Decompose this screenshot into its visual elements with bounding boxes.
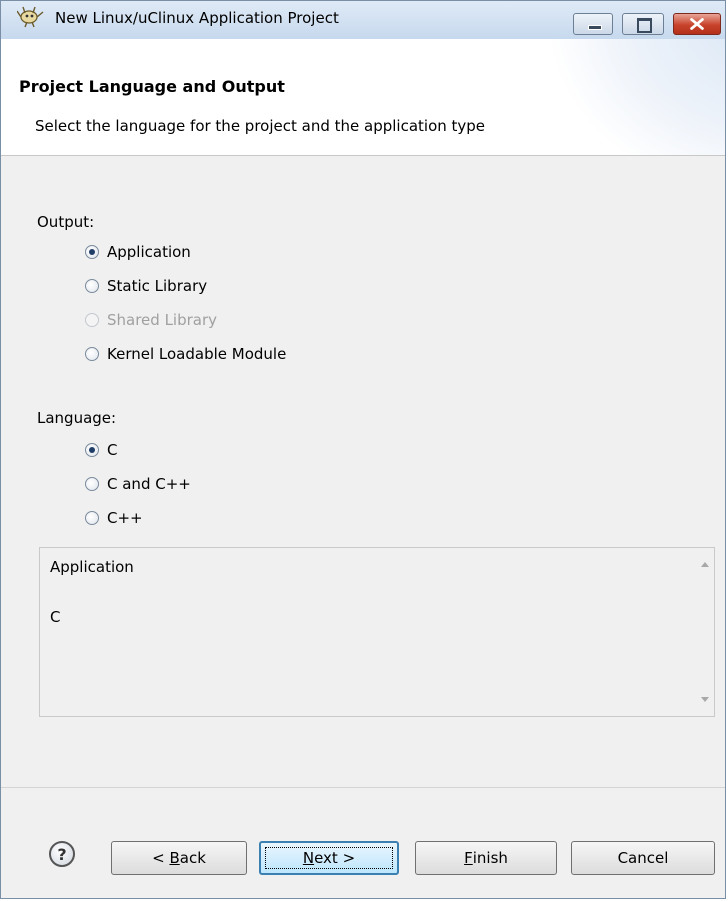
back-mnemonic: B xyxy=(169,849,180,867)
wizard-banner: Project Language and Output Select the l… xyxy=(1,39,725,156)
radio-language-cpp[interactable]: C++ xyxy=(85,507,143,529)
wizard-window: New Linux/uClinux Application Project Pr… xyxy=(0,0,726,899)
radio-output-shared-library: Shared Library xyxy=(85,309,217,331)
radio-label: Kernel Loadable Module xyxy=(107,345,287,363)
cancel-button[interactable]: Cancel xyxy=(571,841,715,875)
close-icon xyxy=(690,18,704,30)
scroll-up-icon[interactable] xyxy=(701,562,709,567)
maximize-button[interactable] xyxy=(622,13,664,35)
radio-button[interactable] xyxy=(85,511,99,525)
radio-output-application[interactable]: Application xyxy=(85,241,191,263)
radio-label: C and C++ xyxy=(107,475,191,493)
radio-language-c-and-cpp[interactable]: C and C++ xyxy=(85,473,191,495)
banner-decoration xyxy=(545,39,725,155)
back-label-prefix: < xyxy=(152,849,170,867)
title-bar[interactable]: New Linux/uClinux Application Project xyxy=(1,1,725,40)
radio-label: Application xyxy=(107,243,191,261)
radio-label: Static Library xyxy=(107,277,208,295)
footer-divider xyxy=(1,787,725,788)
radio-output-kernel-module[interactable]: Kernel Loadable Module xyxy=(85,343,286,365)
back-button[interactable]: < Back xyxy=(111,841,247,875)
radio-button[interactable] xyxy=(85,245,99,259)
next-button[interactable]: Next > xyxy=(259,841,399,875)
maximize-icon xyxy=(637,18,652,33)
page-description: Select the language for the project and … xyxy=(35,117,486,135)
finish-mnemonic: F xyxy=(464,849,473,867)
radio-button[interactable] xyxy=(85,443,99,457)
scroll-down-icon[interactable] xyxy=(701,697,709,702)
summary-language: C xyxy=(50,608,61,626)
radio-button xyxy=(85,313,99,327)
radio-button[interactable] xyxy=(85,477,99,491)
help-icon[interactable]: ? xyxy=(49,841,75,867)
cancel-label: Cancel xyxy=(617,849,669,867)
language-label: Language: xyxy=(37,409,117,427)
radio-button[interactable] xyxy=(85,279,99,293)
radio-button[interactable] xyxy=(85,347,99,361)
summary-output: Application xyxy=(50,558,134,576)
app-icon xyxy=(16,5,45,29)
back-label-rest: ack xyxy=(179,849,206,867)
finish-label-rest: inish xyxy=(472,849,508,867)
radio-output-static-library[interactable]: Static Library xyxy=(85,275,207,297)
radio-label: Shared Library xyxy=(107,311,218,329)
minimize-button[interactable] xyxy=(573,13,613,35)
radio-label: C xyxy=(107,441,118,459)
finish-button[interactable]: Finish xyxy=(415,841,557,875)
radio-label: C++ xyxy=(107,509,143,527)
radio-language-c[interactable]: C xyxy=(85,439,117,461)
output-label: Output: xyxy=(37,213,95,231)
focus-rectangle xyxy=(265,847,393,869)
minimize-icon xyxy=(588,25,602,30)
window-title: New Linux/uClinux Application Project xyxy=(55,9,339,27)
vertical-scrollbar[interactable] xyxy=(696,548,714,716)
page-title: Project Language and Output xyxy=(19,77,285,96)
close-button[interactable] xyxy=(673,13,721,35)
summary-textarea[interactable]: Application C xyxy=(39,547,715,717)
